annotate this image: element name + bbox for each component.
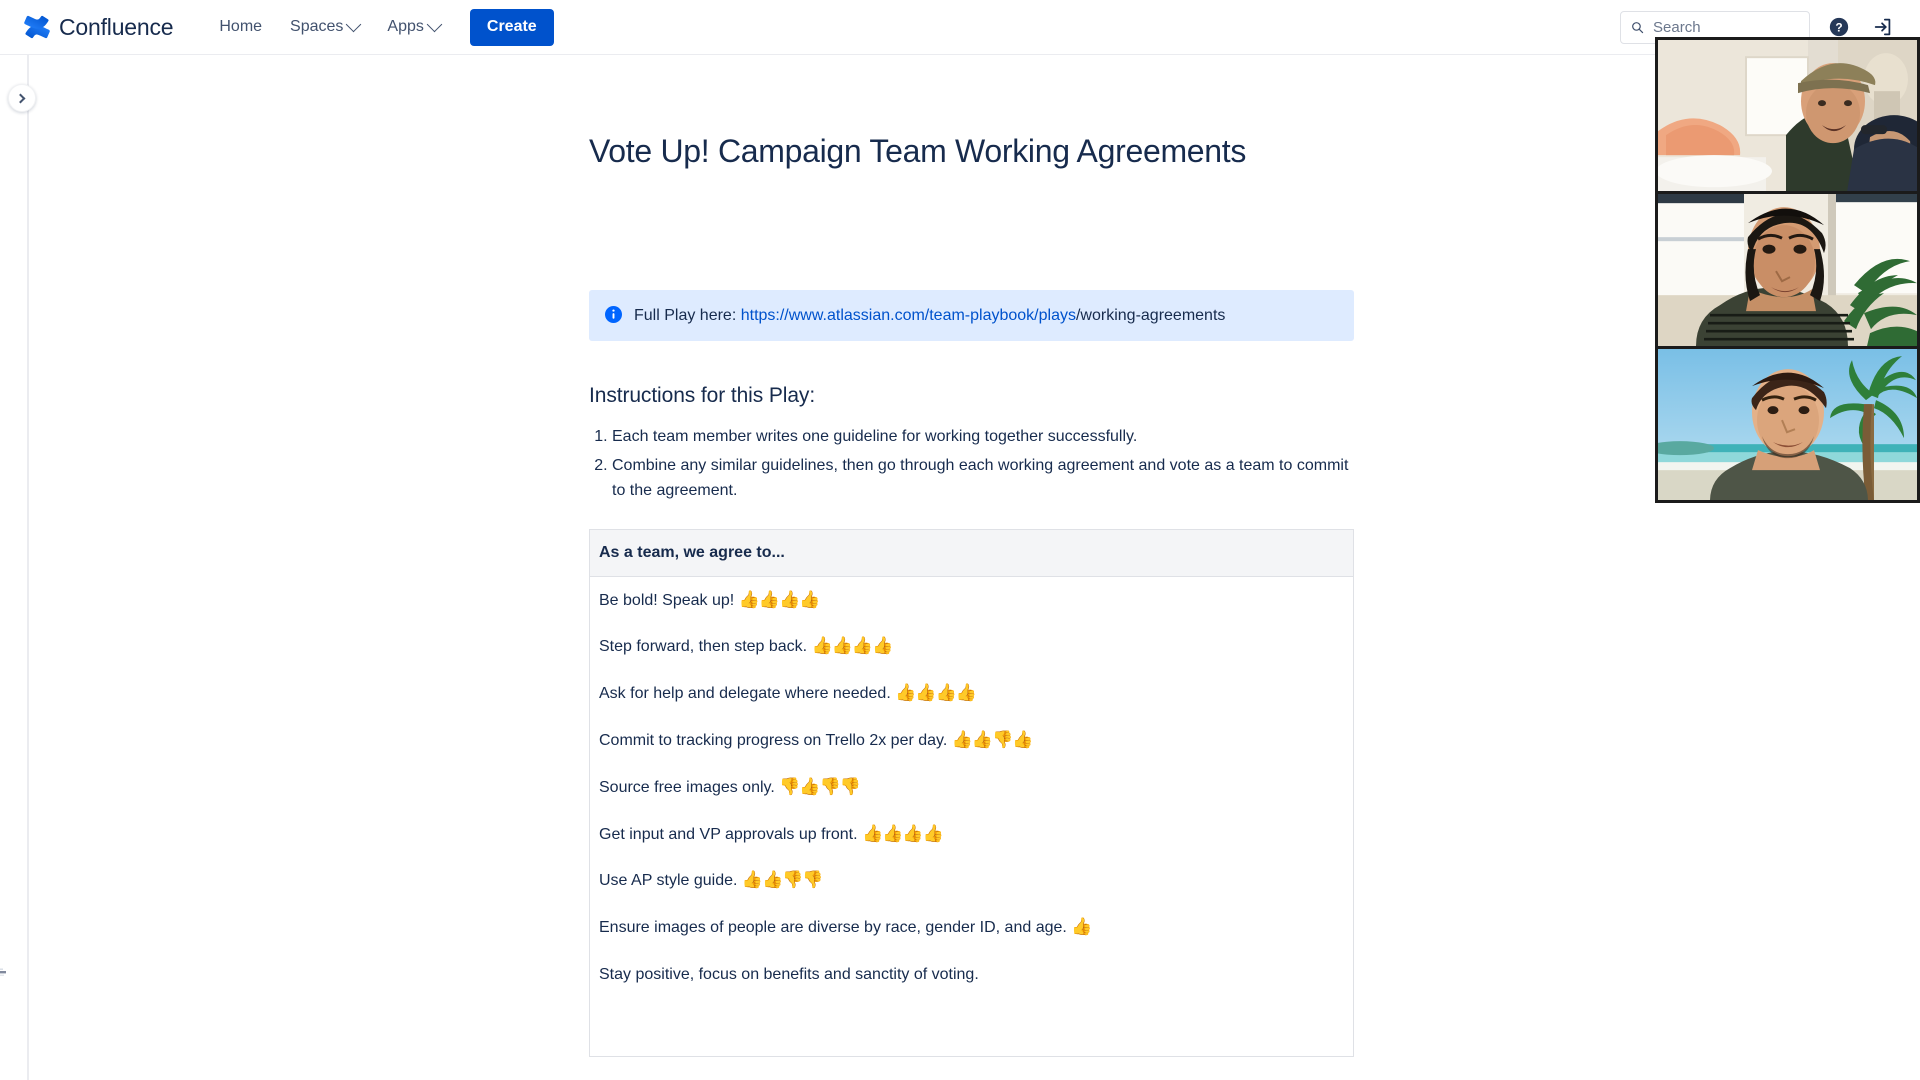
create-button[interactable]: Create — [469, 8, 554, 46]
chevron-down-icon — [426, 16, 443, 32]
agreement-text: Get input and VP approvals up front. — [599, 825, 858, 843]
instructions-heading: Instructions for this Play: — [589, 384, 816, 408]
agreement-text: Source free images only. — [599, 778, 775, 796]
brand-name: Confluence — [59, 13, 174, 40]
agreement-item: Step forward, then step back. 👍👍👍👍 — [599, 623, 1343, 670]
vote-emojis: 👍👍👎👍 — [951, 729, 1034, 750]
sidebar-artifact-icon — [0, 968, 6, 976]
table-row: Be bold! Speak up! 👍👍👍👍 Step forward, th… — [589, 576, 1354, 1057]
agreement-text: Step forward, then step back. — [599, 638, 808, 656]
agreement-item: Be bold! Speak up! 👍👍👍👍 — [599, 577, 1343, 624]
participant-2-video — [1658, 194, 1917, 346]
log-in-icon — [1874, 18, 1891, 36]
chevron-down-icon — [346, 16, 362, 32]
video-tile-participant-2[interactable] — [1658, 194, 1917, 346]
full-play-link[interactable]: https://www.atlassian.com/team-playbook/… — [741, 307, 1076, 324]
participant-3-video — [1658, 348, 1917, 500]
agreement-item: Get input and VP approvals up front. 👍👍👍… — [599, 811, 1343, 858]
svg-text:?: ? — [1835, 21, 1842, 35]
collapsed-sidebar-rail — [0, 55, 28, 1080]
instruction-item: Combine any similar guidelines, then go … — [612, 453, 1354, 503]
page-title: Vote Up! Campaign Team Working Agreement… — [589, 133, 1247, 169]
video-tile-participant-3[interactable] — [1658, 348, 1917, 500]
agreement-item: Commit to tracking progress on Trello 2x… — [599, 717, 1343, 764]
info-panel: Full Play here: https://www.atlassian.co… — [589, 290, 1354, 342]
vote-emojis: 👍👍👍👍 — [811, 636, 894, 657]
vote-emojis: 👍👍👍👍 — [895, 683, 977, 704]
nav-item-home[interactable]: Home — [207, 10, 274, 44]
vote-emojis: 👍👍👍👍 — [738, 589, 821, 610]
vote-emojis: 👍👍👎👎 — [741, 870, 824, 891]
nav-item-spaces[interactable]: Spaces — [278, 10, 371, 44]
agreements-table: As a team, we agree to... Be bold! Speak… — [589, 528, 1354, 1057]
search-icon — [1632, 21, 1644, 33]
search-input[interactable] — [1653, 18, 1799, 36]
agreement-item: Use AP style guide. 👍👍👎👎 — [599, 857, 1343, 904]
document-body: Vote Up! Campaign Team Working Agreement… — [589, 55, 1354, 1080]
agreement-item: Source free images only. 👎👍👎👎 — [599, 764, 1343, 811]
nav-item-home-label: Home — [219, 18, 263, 35]
info-panel-suffix: /working-agreements — [1075, 307, 1226, 324]
agreement-item: Ensure images of people are diverse by r… — [599, 904, 1343, 951]
table-column-header: As a team, we agree to... — [589, 528, 1354, 577]
agreement-text: Use AP style guide. — [599, 872, 738, 890]
agreements-cell[interactable]: Be bold! Speak up! 👍👍👍👍 Step forward, th… — [589, 576, 1354, 1057]
vote-emojis: 👍 — [1071, 917, 1092, 938]
page-content-area: Vote Up! Campaign Team Working Agreement… — [29, 55, 1920, 1080]
agreement-text: Stay positive, focus on benefits and san… — [599, 965, 979, 983]
agreement-text: Commit to tracking progress on Trello 2x… — [599, 731, 948, 749]
top-navigation-bar: Confluence Home Spaces Apps Create ? — [0, 0, 1920, 55]
video-call-panel[interactable] — [1655, 37, 1920, 503]
nav-item-apps[interactable]: Apps — [375, 10, 451, 44]
info-icon — [605, 306, 622, 323]
vote-emojis: 👍👍👍👍 — [862, 823, 944, 844]
vote-emojis: 👎👍👎👎 — [779, 776, 861, 797]
nav-item-apps-label: Apps — [387, 18, 424, 35]
confluence-logo-icon — [24, 15, 50, 39]
chevron-right-icon — [15, 93, 25, 103]
video-tile-participant-1[interactable] — [1658, 40, 1917, 192]
agreement-item: Stay positive, focus on benefits and san… — [599, 951, 1343, 998]
primary-nav: Home Spaces Apps Create — [207, 8, 554, 46]
nav-item-spaces-label: Spaces — [290, 18, 344, 35]
instruction-item: Each team member writes one guideline fo… — [612, 424, 1354, 449]
agreement-text: Ask for help and delegate where needed. — [599, 685, 891, 703]
info-panel-text: Full Play here: https://www.atlassian.co… — [634, 304, 1225, 327]
help-circle-icon: ? — [1829, 17, 1849, 37]
info-panel-prefix: Full Play here: — [634, 307, 741, 324]
participant-1-video — [1658, 40, 1917, 192]
confluence-home-link[interactable]: Confluence — [20, 7, 177, 47]
table-header-row: As a team, we agree to... — [589, 528, 1354, 577]
instructions-list: Each team member writes one guideline fo… — [589, 424, 1354, 503]
agreement-item: Ask for help and delegate where needed. … — [599, 670, 1343, 717]
agreement-text: Be bold! Speak up! — [599, 591, 735, 609]
sidebar-divider — [27, 55, 29, 1080]
agreement-text: Ensure images of people are diverse by r… — [599, 919, 1067, 937]
sidebar-expand-button[interactable] — [8, 84, 36, 112]
